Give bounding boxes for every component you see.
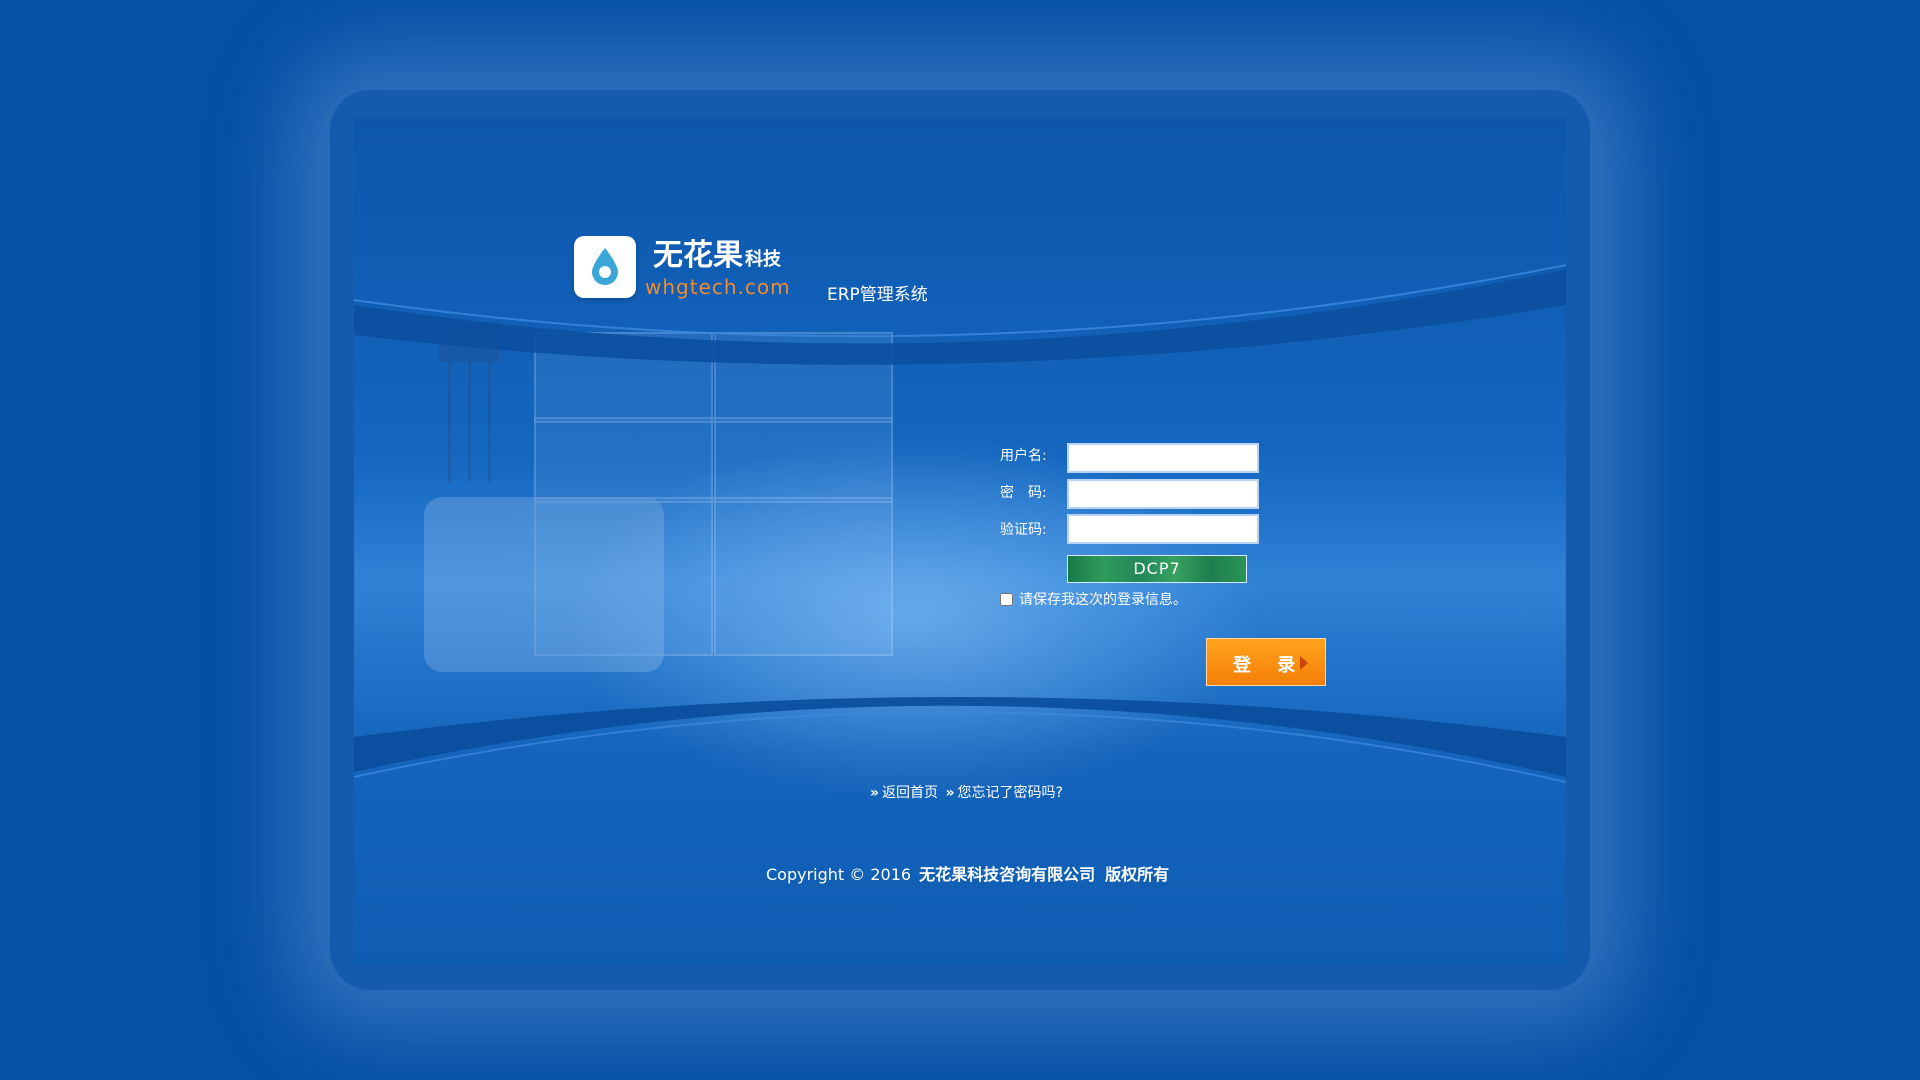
decorative-curves xyxy=(354,264,1566,783)
login-panel: 无花果 科技 whgtech.com ERP管理系统 用户名: 密 码: 验证码:… xyxy=(354,117,1566,963)
remember-label: 请保存我这次的登录信息。 xyxy=(1019,592,1187,608)
link-bullet: » xyxy=(945,785,955,801)
login-button-label: 登 录 xyxy=(1233,655,1306,676)
login-button[interactable]: 登 录 xyxy=(1206,638,1326,686)
arrow-right-icon xyxy=(1300,656,1308,670)
footer-links: » 返回首页 » 您忘记了密码吗? xyxy=(867,782,1063,802)
captcha-input[interactable] xyxy=(1067,514,1259,544)
brand-name-suffix: 科技 xyxy=(745,249,781,270)
brand-name-main: 无花果 xyxy=(653,238,743,273)
remember-checkbox[interactable] xyxy=(1000,592,1013,606)
brand-domain: whgtech.com xyxy=(645,275,791,299)
password-label: 密 码: xyxy=(1000,485,1047,501)
captcha-image[interactable]: DCP7 xyxy=(1067,555,1247,583)
username-label: 用户名: xyxy=(1000,448,1047,464)
brand-name: 无花果 科技 xyxy=(653,230,781,274)
home-link[interactable]: 返回首页 xyxy=(882,785,938,801)
captcha-label: 验证码: xyxy=(1000,522,1047,538)
copyright-notice: Copyright © 2016 无花果科技咨询有限公司 版权所有 xyxy=(766,861,1169,885)
link-bullet: » xyxy=(870,785,880,801)
remember-login-option[interactable]: 请保存我这次的登录信息。 xyxy=(1000,589,1187,609)
brand-logo xyxy=(574,236,636,298)
system-title: ERP管理系统 xyxy=(827,285,928,305)
copyright-prefix: Copyright © 2016 xyxy=(766,865,912,884)
copyright-company: 无花果科技咨询有限公司 xyxy=(919,865,1096,884)
login-page: 无花果 科技 whgtech.com ERP管理系统 用户名: 密 码: 验证码:… xyxy=(0,0,1920,1080)
username-input[interactable] xyxy=(1067,443,1259,473)
copyright-rights: 版权所有 xyxy=(1105,865,1170,884)
water-drop-icon xyxy=(592,248,618,285)
forgot-password-link[interactable]: 您忘记了密码吗? xyxy=(958,785,1063,801)
password-input[interactable] xyxy=(1067,479,1259,509)
